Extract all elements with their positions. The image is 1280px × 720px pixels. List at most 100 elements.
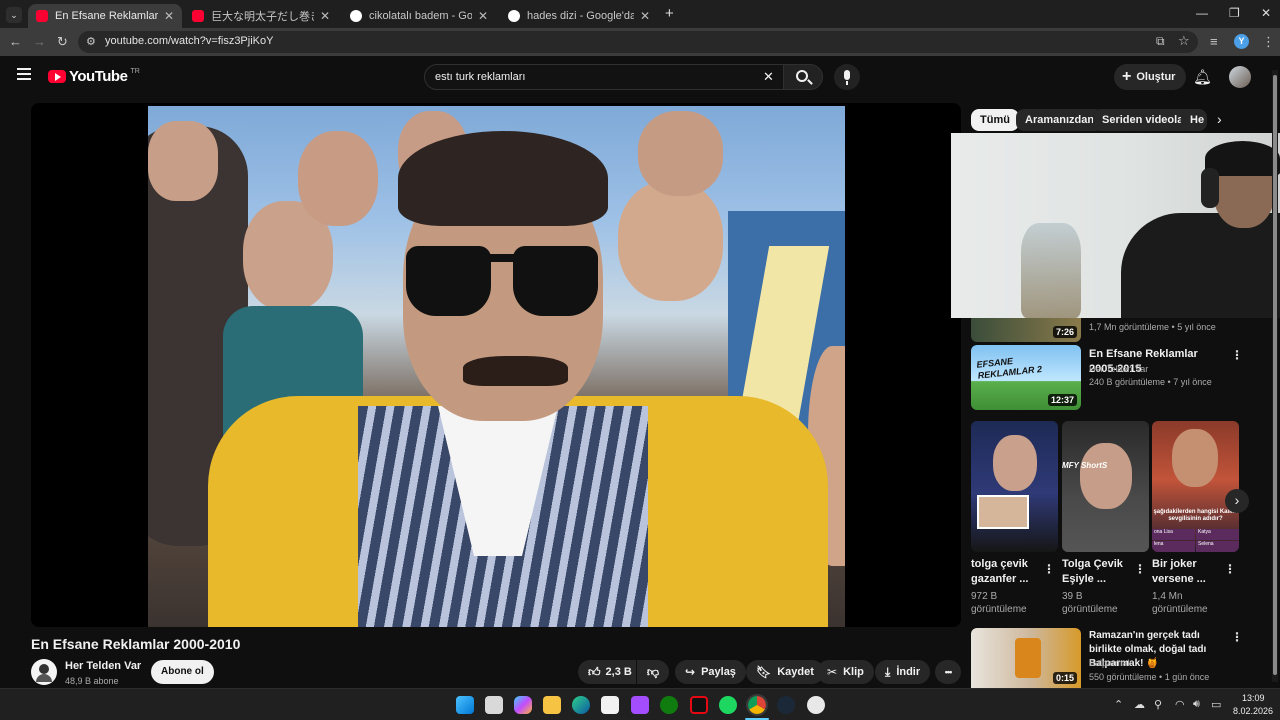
tray-app-icon[interactable]: ☁ [1134, 698, 1145, 711]
notifications-bell-icon[interactable]: 🔔︎ [1193, 68, 1212, 86]
url-text[interactable]: youtube.com/watch?v=fisz3PjiKoY [105, 35, 273, 47]
profile-avatar[interactable]: Y [1234, 34, 1249, 49]
discord-icon[interactable] [807, 696, 825, 714]
chip-more[interactable]: He [1181, 109, 1207, 131]
download-button[interactable]: ⤓ İndir [875, 660, 931, 684]
sidebar-thumb-balparmak[interactable]: 0:15 [971, 628, 1081, 688]
sidebar-thumb-efsane[interactable]: EFSANE REKLAMLAR 2 12:37 [971, 345, 1081, 410]
media-app-icon[interactable] [631, 696, 649, 714]
like-button[interactable]: 👍︎ 2,3 B [578, 660, 636, 684]
account-avatar[interactable] [1229, 66, 1251, 88]
page-scrollbar[interactable] [1272, 70, 1278, 682]
channel-avatar[interactable] [31, 659, 57, 685]
create-button[interactable]: + Oluştur [1114, 64, 1187, 90]
share-label: Paylaş [701, 666, 736, 678]
channel-name[interactable]: Her Telden Var [1089, 363, 1148, 376]
chip-all[interactable]: Tümü [971, 109, 1019, 131]
browser-menu-icon[interactable]: ⋮ [1262, 34, 1275, 50]
battery-icon[interactable]: ▭ [1211, 698, 1221, 711]
browser-tab-1[interactable]: En Efsane Reklamlar 2000-2010 ✕ [28, 4, 182, 28]
youtube-play-icon [48, 70, 66, 83]
chrome-icon[interactable] [746, 694, 768, 716]
file-explorer-icon[interactable] [543, 696, 561, 714]
browser-tab-2[interactable]: 巨大な明太子だし巻き玉子 🥚 #y ✕ [184, 4, 338, 28]
chevron-right-icon[interactable]: › [1217, 111, 1222, 127]
close-icon[interactable]: ✕ [320, 9, 330, 23]
clock-date[interactable]: 8.02.2026 [1233, 706, 1273, 716]
share-button[interactable]: ↪ Paylaş [675, 660, 746, 684]
dislike-button[interactable]: 👎︎ [637, 660, 669, 684]
media-controls-icon[interactable]: ≡ [1210, 34, 1218, 49]
short-thumb-2[interactable]: MFY ShortS [1062, 421, 1149, 552]
plus-icon: + [1122, 68, 1132, 85]
address-bar[interactable]: ⚙ youtube.com/watch?v=fisz3PjiKoY ⧉ ☆ [78, 31, 1198, 53]
youtube-logo[interactable]: YouTube TR [48, 68, 140, 85]
subscribe-button[interactable]: Abone ol [151, 660, 214, 684]
more-actions-button[interactable]: ••• [935, 660, 961, 684]
short-thumb-3[interactable]: şağıdakilerden hangisi Kaikia sevgilisin… [1152, 421, 1239, 552]
bookmark-star-icon[interactable]: ☆ [1178, 33, 1190, 49]
store-icon[interactable] [601, 696, 619, 714]
reload-icon[interactable]: ↻ [57, 34, 68, 50]
clear-search-icon[interactable]: ✕ [763, 69, 774, 85]
hamburger-menu-icon[interactable] [17, 68, 31, 80]
window-close-icon[interactable]: ✕ [1261, 6, 1271, 20]
new-tab-button[interactable]: + [665, 5, 674, 22]
search-query[interactable]: estı turk reklamları [435, 71, 525, 83]
clip-button[interactable]: ✂ Klip [817, 660, 874, 684]
edge-icon[interactable] [572, 696, 590, 714]
thumbs-up-icon: 👍︎ [588, 664, 601, 679]
copilot-icon[interactable] [514, 696, 532, 714]
channel-name[interactable]: Balparmak [1089, 657, 1132, 670]
netflix-icon[interactable] [690, 696, 708, 714]
steam-icon[interactable] [777, 696, 795, 714]
back-icon[interactable]: ← [9, 34, 22, 49]
restore-icon[interactable]: ❐ [1229, 6, 1240, 20]
volume-icon[interactable]: 🔊︎ [1193, 698, 1200, 711]
more-actions-icon[interactable]: ⋮ [1134, 562, 1146, 576]
channel-name[interactable]: Her Telden Var [65, 660, 141, 672]
like-count: 2,3 B [605, 666, 632, 678]
browser-tab-strip: ⌄ En Efsane Reklamlar 2000-2010 ✕ 巨大な明太子… [0, 0, 1280, 28]
tray-sync-icon[interactable]: ⚲ [1154, 698, 1162, 711]
close-icon[interactable]: ✕ [478, 9, 488, 23]
tab-search-icon[interactable]: ⌄ [6, 7, 22, 23]
spotify-icon[interactable] [719, 696, 737, 714]
xbox-icon[interactable] [660, 696, 678, 714]
forward-icon[interactable]: → [33, 34, 46, 49]
site-info-icon[interactable]: ⚙ [86, 35, 96, 48]
wifi-icon[interactable]: ◠ [1175, 698, 1185, 711]
search-button[interactable] [783, 64, 823, 90]
close-icon[interactable]: ✕ [640, 9, 650, 23]
windows-start-icon[interactable] [456, 696, 474, 714]
sidebar-thumb-partial[interactable]: 7:26 [971, 318, 1081, 342]
windows-taskbar: ⌃ ☁ ⚲ ◠ 🔊︎ ▭ 13:09 8.02.2026 [0, 688, 1280, 720]
save-label: Kaydet [777, 666, 814, 678]
more-actions-icon[interactable]: ⋮ [1231, 348, 1243, 362]
scrollbar-thumb[interactable] [1273, 75, 1277, 675]
close-icon[interactable]: ✕ [164, 9, 174, 23]
more-actions-icon[interactable]: ⋮ [1224, 562, 1236, 576]
save-button[interactable]: 🔖︎ Kaydet [746, 660, 824, 684]
video-player[interactable] [31, 103, 961, 627]
more-actions-icon[interactable]: ⋮ [1231, 630, 1243, 644]
browser-tab-3[interactable]: cikolatalı badem - Google'da A ✕ [342, 4, 496, 28]
more-actions-icon[interactable]: ⋮ [1043, 562, 1055, 576]
browser-tab-4[interactable]: hades dizi - Google'da Ara ✕ [500, 4, 658, 28]
short-title[interactable]: tolga çevik gazanfer ... [971, 557, 1041, 587]
voice-search-button[interactable] [834, 64, 860, 90]
install-app-icon[interactable]: ⧉ [1156, 34, 1165, 49]
task-view-icon[interactable] [485, 696, 503, 714]
shorts-next-button[interactable]: › [1225, 489, 1249, 513]
chip-from-search[interactable]: Aramanızdan [1016, 109, 1104, 131]
short-title[interactable]: Bir joker versene ... [1152, 557, 1216, 587]
tray-overflow-icon[interactable]: ⌃ [1114, 698, 1123, 711]
tab-title: 巨大な明太子だし巻き玉子 🥚 #y [211, 11, 314, 23]
clock-time[interactable]: 13:09 [1242, 693, 1265, 703]
search-input[interactable]: estı turk reklamları ✕ [424, 64, 784, 90]
minimize-icon[interactable]: — [1196, 6, 1208, 20]
short-thumb-1[interactable] [971, 421, 1058, 552]
microphone-icon [844, 70, 850, 80]
short-title[interactable]: Tolga Çevik Eşiyle ... [1062, 557, 1132, 587]
more-icon: ••• [944, 667, 953, 677]
